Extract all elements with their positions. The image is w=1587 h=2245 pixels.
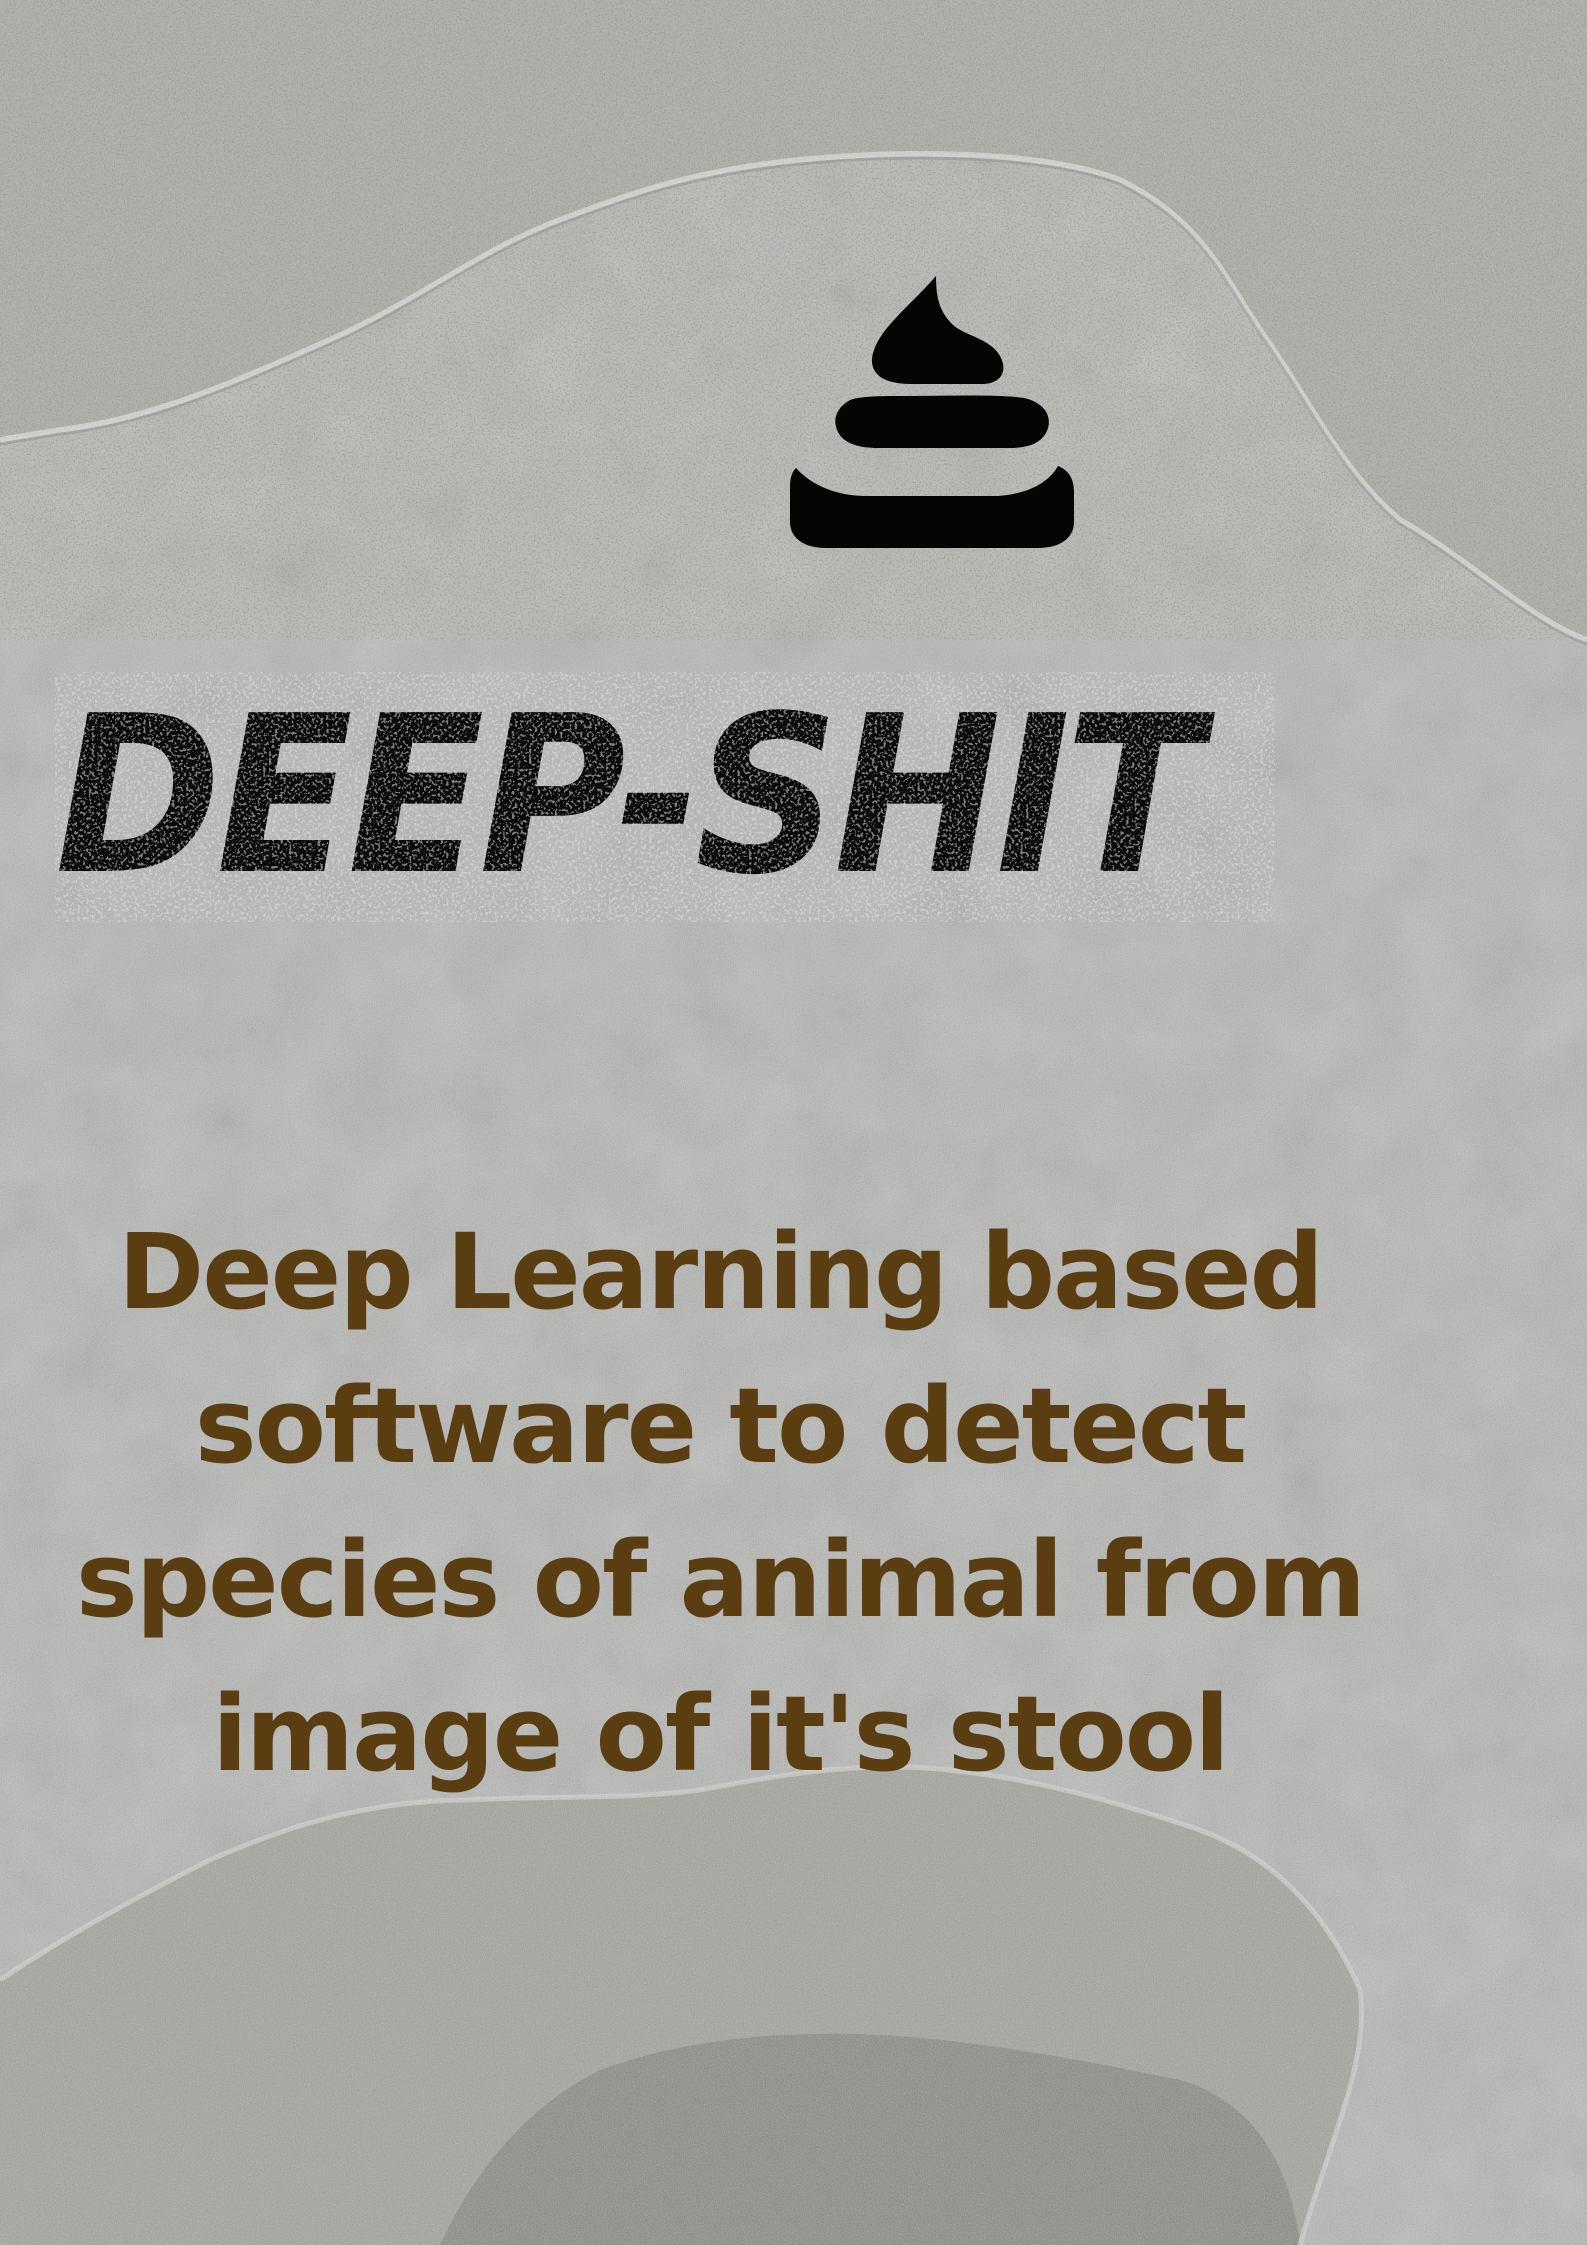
tagline-line: species of animal from [75,1519,1366,1641]
poop-icon [790,276,1074,548]
tagline-line: software to detect [194,1365,1248,1487]
page-title: DEEP-SHIT [55,670,1202,923]
tagline-line: Deep Learning based [117,1211,1324,1333]
tagline: Deep Learning based software to detect s… [0,1195,1440,1811]
tagline-line: image of it's stool [212,1673,1230,1795]
